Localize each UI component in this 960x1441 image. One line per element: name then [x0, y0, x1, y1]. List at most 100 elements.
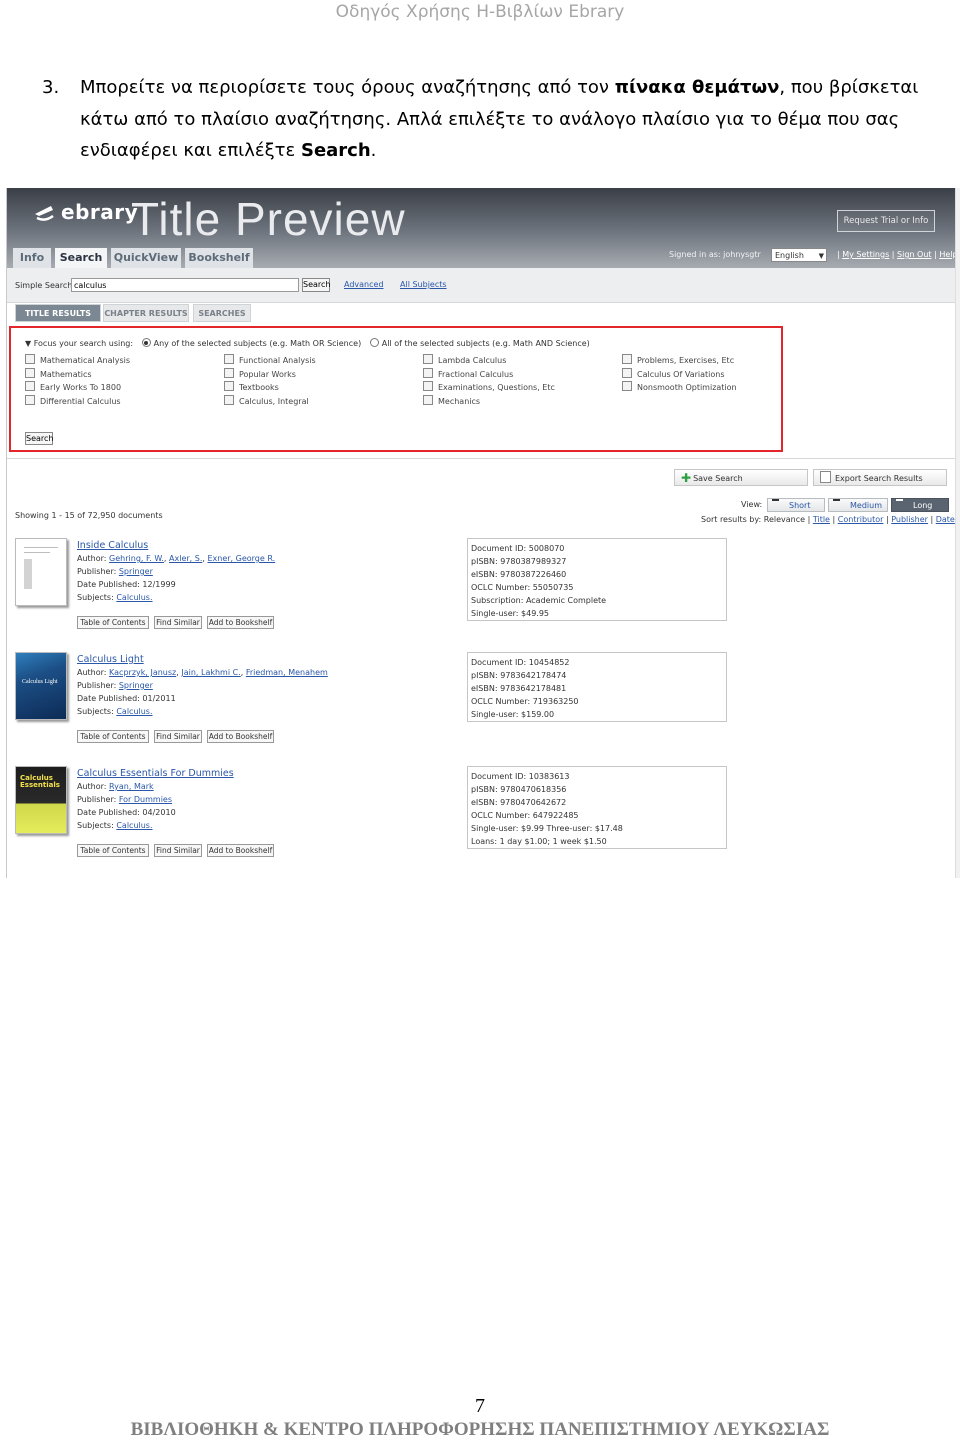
sort-contributor-link[interactable]: Contributor [838, 515, 884, 524]
subject-checkbox[interactable]: Textbooks [224, 381, 279, 392]
result-author: Author: Ryan, Mark [77, 782, 154, 791]
advanced-search-link[interactable]: Advanced [344, 280, 384, 289]
table-of-contents-button[interactable]: Table of Contents [77, 844, 149, 857]
radio-all-subjects[interactable] [369, 338, 379, 347]
subject-checkbox[interactable]: Examinations, Questions, Etc [423, 381, 555, 392]
subject-checkbox[interactable]: Mathematical Analysis [25, 354, 130, 365]
subjects-label: Subjects: [77, 593, 114, 602]
checkbox[interactable] [25, 354, 35, 364]
collapse-triangle-icon[interactable]: ▼ [25, 339, 31, 348]
add-to-bookshelf-button[interactable]: Add to Bookshelf [207, 730, 274, 743]
view-short-button[interactable]: Short [767, 498, 825, 512]
subject-checkbox[interactable]: Mathematics [25, 368, 92, 379]
result-title-link[interactable]: Calculus Light [77, 654, 144, 665]
tab-info[interactable]: Info [13, 248, 51, 268]
book-cover[interactable]: Calculus Essentials [15, 766, 67, 834]
author-link[interactable]: Friedman, Menahem [246, 668, 328, 677]
find-similar-button[interactable]: Find Similar [154, 616, 202, 629]
save-search-button[interactable]: ✚ Save Search [674, 469, 808, 486]
view-long-label: Long [913, 501, 933, 510]
sort-options: Sort results by: Relevance | Title | Con… [701, 515, 955, 524]
subject-checkbox[interactable]: Lambda Calculus [423, 354, 506, 365]
results-count: Showing 1 - 15 of 72,950 documents [15, 511, 163, 520]
checkbox[interactable] [423, 368, 433, 378]
language-select[interactable]: English ▼ [771, 248, 827, 262]
publisher-link[interactable]: For Dummies [119, 795, 172, 804]
checkbox[interactable] [423, 354, 433, 364]
book-cover[interactable] [15, 538, 67, 606]
detail-line: Single-user: $159.00 [471, 710, 555, 719]
subject-label: Problems, Exercises, Etc [637, 356, 735, 365]
all-subjects-link[interactable]: All Subjects [400, 280, 447, 289]
cover-line [24, 559, 32, 589]
checkbox[interactable] [224, 395, 234, 405]
step-text-part-1: Μπορείτε να περιορίσετε τους όρους αναζή… [80, 77, 615, 98]
view-medium-button[interactable]: Medium [828, 498, 888, 512]
author-link[interactable]: Ryan, Mark [109, 782, 154, 791]
radio-any-subjects[interactable] [141, 338, 151, 347]
author-link[interactable]: Jain, Lakhmi C. [181, 668, 240, 677]
checkbox[interactable] [224, 368, 234, 378]
tab-searches[interactable]: SEARCHES [193, 304, 251, 322]
tab-bookshelf[interactable]: Bookshelf [185, 248, 253, 268]
checkbox[interactable] [622, 381, 632, 391]
subject-checkbox[interactable]: Popular Works [224, 368, 296, 379]
checkbox[interactable] [25, 381, 35, 391]
subject-checkbox[interactable]: Nonsmooth Optimization [622, 381, 737, 392]
author-link[interactable]: Axler, S. [169, 554, 202, 563]
subject-checkbox[interactable]: Early Works To 1800 [25, 381, 121, 392]
sort-title-link[interactable]: Title [813, 515, 830, 524]
subject-link[interactable]: Calculus. [116, 593, 152, 602]
sign-out-link[interactable]: Sign Out [897, 250, 932, 259]
sort-date-link[interactable]: Date [936, 515, 955, 524]
find-similar-button[interactable]: Find Similar [154, 844, 202, 857]
tab-search[interactable]: Search [55, 248, 107, 268]
ebrary-screenshot: ebrary Title Preview Request Trial or In… [6, 188, 960, 878]
scrollbar[interactable] [955, 188, 960, 878]
subject-checkbox[interactable]: Differential Calculus [25, 395, 121, 406]
table-of-contents-button[interactable]: Table of Contents [77, 730, 149, 743]
book-cover[interactable]: Calculus Light [15, 652, 67, 720]
checkbox[interactable] [224, 354, 234, 364]
add-to-bookshelf-button[interactable]: Add to Bookshelf [207, 844, 274, 857]
subject-checkbox[interactable]: Problems, Exercises, Etc [622, 354, 734, 365]
publisher-link[interactable]: Springer [119, 681, 153, 690]
subject-link[interactable]: Calculus. [116, 707, 152, 716]
checkbox[interactable] [622, 354, 632, 364]
checkbox[interactable] [423, 395, 433, 405]
my-settings-link[interactable]: My Settings [842, 250, 889, 259]
subject-checkbox[interactable]: Functional Analysis [224, 354, 316, 365]
add-to-bookshelf-button[interactable]: Add to Bookshelf [207, 616, 274, 629]
document-header: Οδηγός Χρήσης Η-Βιβλίων Ebrary [335, 2, 625, 22]
result-author: Author: Kacprzyk, Janusz, Jain, Lakhmi C… [77, 668, 328, 677]
subject-checkbox[interactable]: Fractional Calculus [423, 368, 513, 379]
request-trial-button[interactable]: Request Trial or Info [837, 210, 935, 232]
search-button[interactable]: Search [302, 278, 330, 292]
result-title-link[interactable]: Calculus Essentials For Dummies [77, 768, 234, 779]
author-link[interactable]: Gehring, F. W. [109, 554, 164, 563]
tab-quickview[interactable]: QuickView [111, 248, 181, 268]
checkbox[interactable] [25, 368, 35, 378]
sort-publisher-link[interactable]: Publisher [891, 515, 928, 524]
checkbox[interactable] [622, 368, 632, 378]
subject-checkbox[interactable]: Calculus Of Variations [622, 368, 725, 379]
checkbox[interactable] [25, 395, 35, 405]
export-results-button[interactable]: Export Search Results [813, 469, 947, 486]
author-link[interactable]: Exner, George R. [207, 554, 275, 563]
save-search-label: Save Search [693, 474, 743, 483]
checkbox[interactable] [423, 381, 433, 391]
result-title-link[interactable]: Inside Calculus [77, 540, 148, 551]
author-link[interactable]: Kacprzyk, Janusz [109, 668, 176, 677]
filter-search-button[interactable]: Search [25, 432, 53, 445]
checkbox[interactable] [224, 381, 234, 391]
tab-chapter-results[interactable]: CHAPTER RESULTS [103, 304, 189, 322]
search-input[interactable]: calculus [71, 278, 299, 292]
publisher-link[interactable]: Springer [119, 567, 153, 576]
find-similar-button[interactable]: Find Similar [154, 730, 202, 743]
subject-link[interactable]: Calculus. [116, 821, 152, 830]
view-long-button[interactable]: Long [891, 498, 949, 512]
tab-title-results[interactable]: TITLE RESULTS [15, 304, 101, 322]
table-of-contents-button[interactable]: Table of Contents [77, 616, 149, 629]
subject-checkbox[interactable]: Mechanics [423, 395, 480, 406]
subject-checkbox[interactable]: Calculus, Integral [224, 395, 309, 406]
